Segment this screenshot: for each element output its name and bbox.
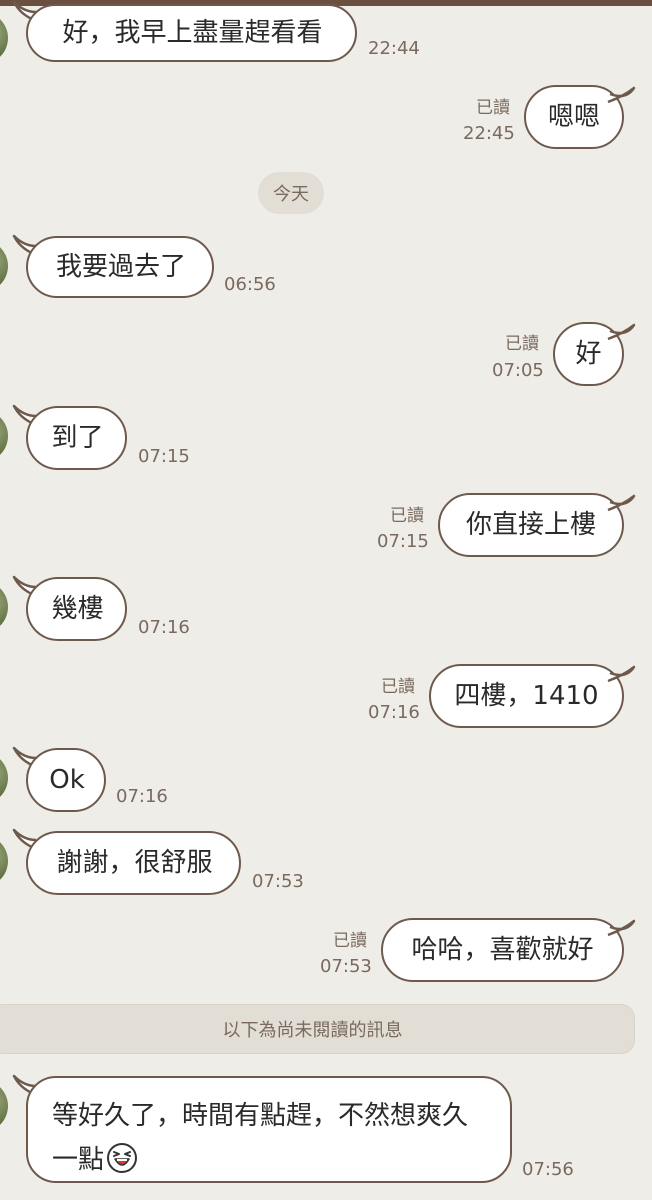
message-bubble-incoming[interactable]: 到了	[26, 406, 127, 470]
message-time: 07:16	[138, 617, 190, 638]
message-time: 07:15	[377, 531, 429, 552]
message-bubble-outgoing[interactable]: 你直接上樓	[438, 493, 624, 557]
bubble-tail	[607, 665, 636, 683]
message-time: 07:53	[252, 871, 304, 892]
contact-avatar[interactable]	[0, 240, 8, 292]
message-text: 四樓，1410	[454, 681, 599, 711]
read-status: 已讀	[381, 677, 415, 697]
message-time: 06:56	[224, 274, 276, 295]
message-bubble-incoming[interactable]: 好，我早上盡量趕看看	[26, 4, 357, 62]
message-time: 07:15	[138, 446, 190, 467]
chat-screen: 好，我早上盡量趕看看 22:44 嗯嗯 已讀 22:45 今天 我要過去了 06…	[0, 0, 652, 1200]
read-status: 已讀	[390, 506, 424, 526]
message-bubble-outgoing[interactable]: 哈哈，喜歡就好	[381, 918, 624, 982]
message-bubble-incoming[interactable]: Ok	[26, 748, 106, 812]
bubble-tail	[607, 86, 636, 104]
message-time: 07:16	[368, 702, 420, 723]
message-bubble-incoming[interactable]: 等好久了，時間有點趕，不然想爽久一點	[26, 1076, 512, 1183]
contact-avatar[interactable]	[0, 752, 8, 804]
message-time: 07:53	[320, 956, 372, 977]
message-text: 好，我早上盡量趕看看	[62, 18, 323, 48]
contact-avatar[interactable]	[0, 12, 8, 64]
date-separator: 今天	[258, 172, 324, 214]
message-bubble-incoming[interactable]: 幾樓	[26, 577, 127, 641]
bubble-tail	[607, 919, 636, 937]
message-text: 我要過去了	[55, 252, 186, 282]
bubble-tail	[607, 323, 636, 341]
read-status: 已讀	[333, 931, 367, 951]
read-status: 已讀	[505, 334, 539, 354]
message-text: Ok	[49, 765, 85, 795]
message-text: 好	[575, 339, 602, 369]
contact-avatar[interactable]	[0, 410, 8, 462]
message-bubble-incoming[interactable]: 我要過去了	[26, 236, 214, 298]
message-time: 07:16	[116, 786, 168, 807]
message-time: 07:05	[492, 360, 544, 381]
laughing-face-sticker	[107, 1143, 138, 1173]
message-text: 你直接上樓	[465, 510, 596, 540]
message-bubble-outgoing[interactable]: 四樓，1410	[429, 664, 624, 728]
message-text: 嗯嗯	[547, 102, 600, 132]
message-text: 謝謝，很舒服	[56, 848, 213, 878]
read-status: 已讀	[476, 98, 510, 118]
message-time: 22:45	[463, 123, 515, 144]
message-text: 到了	[51, 423, 104, 453]
message-text: 幾樓	[51, 594, 104, 624]
message-time: 07:56	[522, 1159, 574, 1180]
message-bubble-incoming[interactable]: 謝謝，很舒服	[26, 831, 241, 895]
bubble-tail	[607, 494, 636, 512]
unread-divider: 以下為尚未閱讀的訊息	[0, 1004, 635, 1054]
contact-avatar[interactable]	[0, 1080, 8, 1132]
contact-avatar[interactable]	[0, 581, 8, 633]
message-text: 哈哈，喜歡就好	[411, 935, 594, 965]
message-time: 22:44	[368, 38, 420, 59]
contact-avatar[interactable]	[0, 835, 8, 887]
